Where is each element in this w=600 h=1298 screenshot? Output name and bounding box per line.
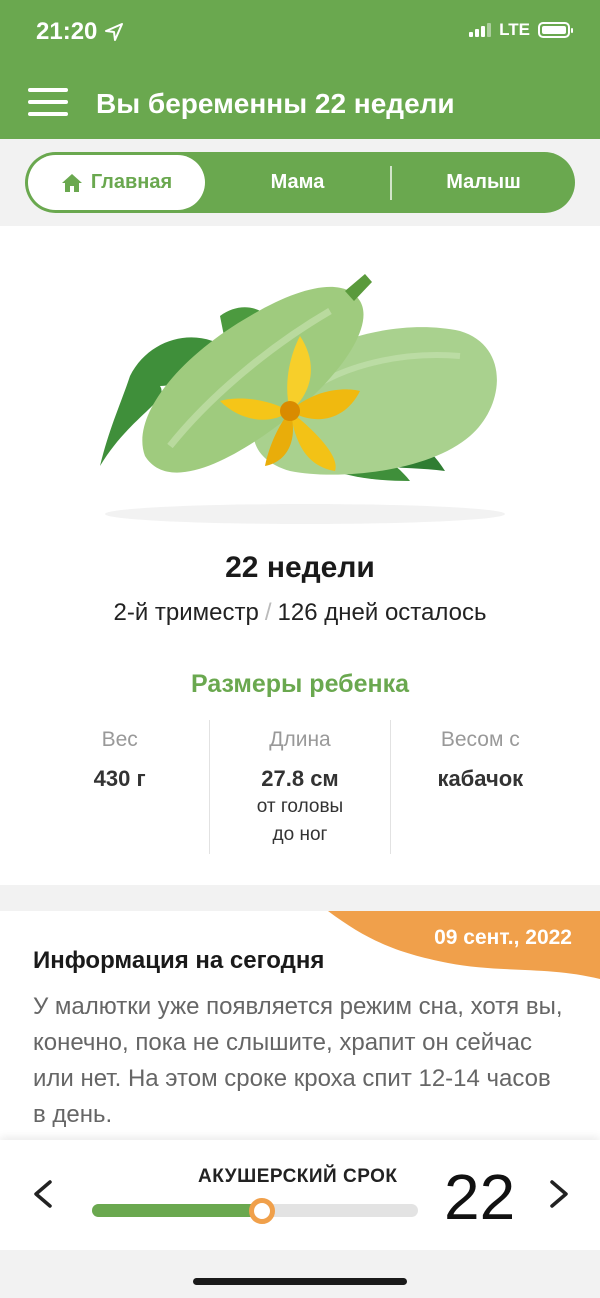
- info-title: Информация на сегодня: [33, 947, 325, 974]
- tab-mama[interactable]: Мама: [205, 155, 390, 210]
- home-indicator[interactable]: [193, 1278, 407, 1285]
- baby-stats: Вес 430 г Длина 27.8 см от головы до ног…: [30, 720, 570, 854]
- tab-label: Малыш: [446, 171, 521, 193]
- week-selector-bar: АКУШЕРСКИЙ СРОК 22: [0, 1140, 600, 1250]
- stat-value: 27.8 см: [261, 766, 339, 791]
- page-title: Вы беременны 22 недели: [96, 88, 455, 119]
- tab-home[interactable]: Главная: [28, 155, 205, 210]
- battery-icon: [538, 22, 573, 38]
- date-text: 09 сент., 2022: [434, 926, 572, 949]
- stat-label: Длина: [269, 728, 331, 751]
- home-icon: [61, 173, 82, 192]
- stat-value: 430 г: [93, 766, 146, 791]
- tab-bar: Главная Мама Малыш: [25, 152, 575, 213]
- current-week-number: 22: [444, 1161, 516, 1233]
- hamburger-menu-icon[interactable]: [28, 88, 68, 118]
- today-info-card: 09 сент., 2022 Информация на сегодня У м…: [0, 911, 600, 1146]
- status-time: 21:20: [36, 18, 124, 46]
- stat-value: кабачок: [437, 766, 524, 791]
- tab-label: Мама: [270, 171, 325, 193]
- network-type: LTE: [499, 20, 530, 39]
- zucchini-illustration: [100, 274, 505, 524]
- week-card: 22 недели 2-й триместр/126 дней осталось…: [0, 226, 600, 885]
- stat-label: Вес: [101, 728, 138, 751]
- trimester-text: 2-й триместр: [113, 599, 259, 626]
- stat-sub: от головы: [256, 796, 344, 817]
- clock-text: 21:20: [36, 18, 98, 45]
- chevron-left-icon[interactable]: [28, 1174, 58, 1214]
- tab-bar-area: Главная Мама Малыш: [0, 139, 600, 226]
- home-indicator-area: [0, 1250, 600, 1298]
- slider-fill: [92, 1204, 262, 1217]
- baby-sizes-title: Размеры ребенка: [190, 670, 410, 698]
- slider-thumb[interactable]: [248, 1198, 275, 1224]
- info-text: У малютки уже появляется режим сна, хотя…: [33, 993, 563, 1128]
- week-slider[interactable]: [92, 1198, 418, 1224]
- chevron-right-icon[interactable]: [544, 1174, 574, 1214]
- stat-sub: до ног: [272, 824, 328, 845]
- date-badge: 09 сент., 2022: [328, 911, 600, 979]
- days-left-text: 126 дней осталось: [277, 599, 487, 626]
- separator: /: [264, 599, 272, 626]
- weeks-title: 22 недели: [225, 551, 375, 584]
- trimester-line: 2-й триместр/126 дней осталось: [0, 599, 600, 627]
- stat-weight: Вес 430 г: [30, 720, 209, 854]
- app-header: 21:20 LTE Вы беременны 22 недели: [0, 0, 600, 139]
- status-indicators: LTE: [469, 20, 573, 40]
- tab-label: Главная: [90, 171, 173, 193]
- location-arrow-icon: [105, 23, 124, 41]
- stat-size-compare: Весом с кабачок: [389, 720, 570, 854]
- obstetric-term-label: АКУШЕРСКИЙ СРОК: [198, 1166, 398, 1187]
- stat-length: Длина 27.8 см от головы до ног: [209, 720, 389, 854]
- stat-label: Весом с: [440, 728, 520, 751]
- cellular-signal-icon: [469, 23, 492, 37]
- tab-baby[interactable]: Малыш: [392, 155, 575, 210]
